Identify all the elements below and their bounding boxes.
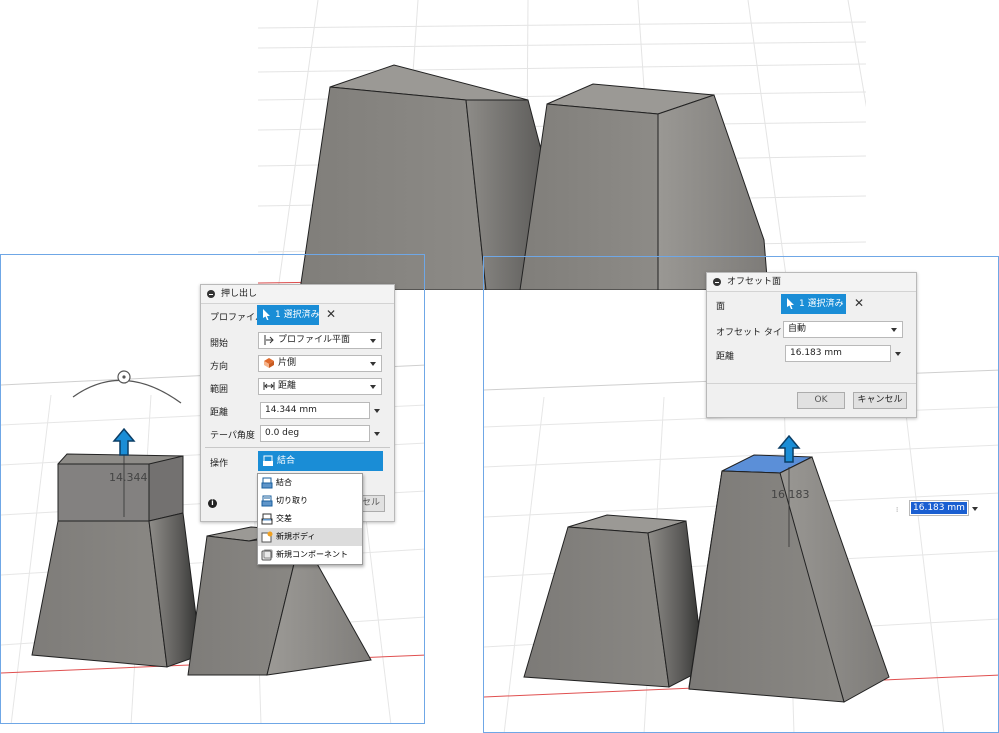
right-short-block[interactable] bbox=[523, 514, 705, 688]
operation-label: 操作 bbox=[210, 459, 229, 469]
start-row: 開始 プロファイル平面 bbox=[201, 331, 394, 351]
offset-dimension-label: 16.183 bbox=[771, 488, 810, 501]
profile-plane-icon bbox=[263, 334, 275, 346]
operation-dropdown[interactable]: 結合 bbox=[258, 451, 383, 471]
profile-label: プロファイル bbox=[210, 313, 265, 323]
new-component-icon bbox=[261, 549, 273, 561]
offset-type-label: オフセット タイプ bbox=[716, 328, 791, 338]
offset-distance-label: 距離 bbox=[716, 352, 735, 362]
extrude-title-text: 押し出し bbox=[221, 289, 258, 299]
menu-item-new-component[interactable]: 新規コンポーネント bbox=[258, 546, 362, 564]
offset-distance-dropdown-icon[interactable] bbox=[895, 352, 901, 356]
menu-item-label: 新規コンポーネント bbox=[276, 550, 348, 559]
profile-value: 1 選択済み bbox=[275, 310, 320, 320]
extrude-dialog-title: 押し出し bbox=[201, 285, 394, 304]
face-value: 1 選択済み bbox=[799, 299, 844, 309]
distance-dropdown-icon[interactable] bbox=[374, 409, 380, 413]
collapse-icon[interactable] bbox=[713, 278, 721, 286]
menu-item-label: 結合 bbox=[276, 478, 292, 487]
offset-distance-row: 距離 16.183 mm bbox=[707, 344, 916, 364]
offset-distance-input[interactable]: 16.183 mm bbox=[785, 345, 891, 362]
offset-type-value: 自動 bbox=[788, 324, 807, 334]
new-body-icon bbox=[261, 531, 273, 543]
distance-icon bbox=[263, 380, 275, 392]
extent-label: 範囲 bbox=[210, 385, 229, 395]
clear-selection-icon[interactable]: ✕ bbox=[326, 307, 336, 321]
dialog-divider bbox=[205, 447, 390, 448]
collapse-icon[interactable] bbox=[207, 290, 215, 298]
left-viewport[interactable]: 14.344 押し出し プロファイル 1 選択済み ✕ 開始 プロファイル平面 … bbox=[0, 254, 425, 724]
taper-input[interactable]: 0.0 deg bbox=[260, 425, 370, 442]
menu-item-new-body[interactable]: 新規ボディ bbox=[258, 528, 362, 546]
offset-dialog-title: オフセット面 bbox=[707, 273, 916, 292]
menu-item-intersect[interactable]: 交差 bbox=[258, 510, 362, 528]
cursor-icon bbox=[263, 309, 270, 320]
viewport-distance-dropdown-icon[interactable] bbox=[972, 507, 978, 511]
offset-title-text: オフセット面 bbox=[727, 277, 782, 287]
clear-face-selection-icon[interactable]: ✕ bbox=[854, 296, 864, 310]
extent-value: 距離 bbox=[278, 381, 297, 391]
input-grip-icon: ⁞ bbox=[896, 506, 899, 514]
right-viewport[interactable]: 16.183 ⁞ 16.183 mm オフセット面 面 1 選択済み ✕ オフセ… bbox=[483, 256, 999, 733]
join-icon bbox=[262, 455, 274, 467]
cut-icon bbox=[261, 495, 273, 507]
ok-button[interactable]: OK bbox=[797, 392, 845, 409]
distance-input[interactable]: 14.344 mm bbox=[260, 402, 370, 419]
direction-value: 片側 bbox=[278, 358, 297, 368]
extrude-dimension-label: 14.344 bbox=[109, 471, 148, 484]
dialog-divider bbox=[707, 383, 916, 384]
operation-menu: 結合 切り取り 交差 新規ボディ 新規コンポーネント bbox=[257, 473, 363, 565]
offset-face-dialog: オフセット面 面 1 選択済み ✕ オフセット タイプ 自動 距離 16.183… bbox=[706, 272, 917, 418]
face-row: 面 1 選択済み ✕ bbox=[707, 294, 916, 314]
join-icon bbox=[261, 477, 273, 489]
menu-item-label: 新規ボディ bbox=[276, 532, 316, 541]
cancel-button[interactable]: キャンセル bbox=[853, 392, 907, 409]
menu-item-label: 切り取り bbox=[276, 496, 308, 505]
profile-select-button[interactable]: 1 選択済み bbox=[257, 305, 320, 325]
top-3d-scene[interactable] bbox=[258, 0, 866, 290]
viewport-distance-value: 16.183 mm bbox=[911, 502, 967, 514]
face-select-button[interactable]: 1 選択済み bbox=[781, 294, 846, 314]
intersect-icon bbox=[261, 513, 273, 525]
profile-row: プロファイル 1 選択済み ✕ bbox=[201, 305, 394, 325]
info-icon[interactable]: i bbox=[208, 499, 217, 508]
taper-row: テーパ角度 0.0 deg bbox=[201, 423, 394, 443]
operation-row: 操作 結合 bbox=[201, 451, 394, 471]
viewport-distance-input[interactable]: 16.183 mm bbox=[909, 500, 969, 516]
top-viewport[interactable] bbox=[258, 0, 866, 290]
direction-dropdown[interactable]: 片側 bbox=[258, 355, 382, 372]
menu-item-join[interactable]: 結合 bbox=[258, 474, 362, 492]
distance-label: 距離 bbox=[210, 408, 229, 418]
face-label: 面 bbox=[716, 302, 726, 312]
menu-item-label: 交差 bbox=[276, 514, 292, 523]
direction-label: 方向 bbox=[210, 362, 229, 372]
extent-dropdown[interactable]: 距離 bbox=[258, 378, 382, 395]
cursor-icon bbox=[787, 298, 794, 309]
distance-row: 距離 14.344 mm bbox=[201, 400, 394, 420]
taper-label: テーパ角度 bbox=[210, 431, 255, 441]
offset-type-dropdown[interactable]: 自動 bbox=[783, 321, 903, 338]
taper-dropdown-icon[interactable] bbox=[374, 432, 380, 436]
start-label: 開始 bbox=[210, 339, 229, 349]
offset-type-row: オフセット タイプ 自動 bbox=[707, 320, 916, 340]
operation-value: 結合 bbox=[277, 456, 296, 466]
extent-row: 範囲 距離 bbox=[201, 377, 394, 397]
left-tall-block[interactable] bbox=[31, 453, 202, 668]
one-side-icon bbox=[263, 357, 275, 369]
start-value: プロファイル平面 bbox=[278, 335, 351, 345]
extrude-arrow-icon[interactable] bbox=[112, 427, 136, 456]
start-dropdown[interactable]: プロファイル平面 bbox=[258, 332, 382, 349]
menu-item-cut[interactable]: 切り取り bbox=[258, 492, 362, 510]
direction-row: 方向 片側 bbox=[201, 354, 394, 374]
